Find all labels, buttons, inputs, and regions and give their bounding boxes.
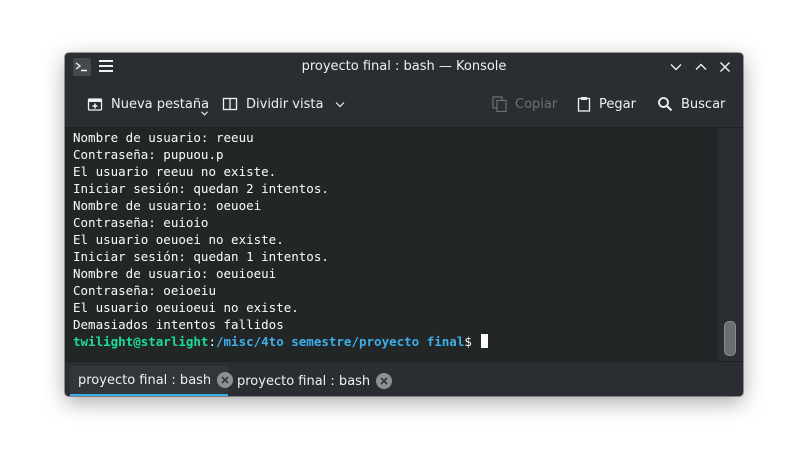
copy-icon (492, 96, 507, 112)
tab-label: proyecto final : bash (237, 373, 371, 389)
toolbar: Nueva pestaña Dividir vista Copiar Pegar… (65, 81, 743, 128)
terminal-line: Contraseña: oeioeiu (73, 283, 216, 298)
paste-label: Pegar (599, 96, 636, 112)
terminal-line: Nombre de usuario: oeuoei (73, 198, 262, 213)
tab-label: proyecto final : bash (78, 372, 212, 388)
minimize-chevron-down-icon[interactable] (669, 60, 683, 74)
terminal-line: Demasiados intentos fallidos (73, 317, 284, 332)
prompt-line[interactable]: twilight@starlight:/misc/4to semestre/pr… (73, 333, 489, 350)
paste-button[interactable]: Pegar (577, 94, 636, 114)
terminal-line: El usuario oeuioeui no existe. (73, 300, 299, 315)
new-tab-button[interactable]: Nueva pestaña (87, 94, 209, 114)
terminal-line: Contraseña: pupuou.p (73, 147, 224, 162)
clipboard-icon (577, 97, 591, 112)
prompt-user-host: twilight@starlight (73, 334, 209, 349)
new-tab-dropdown-icon[interactable] (201, 111, 208, 116)
new-tab-label: Nueva pestaña (111, 96, 210, 112)
search-icon (658, 97, 673, 112)
terminal-line: Nombre de usuario: oeuioeui (73, 266, 277, 281)
close-window-icon[interactable] (718, 60, 732, 74)
terminal-view[interactable]: Nombre de usuario: reeuu Contraseña: pup… (65, 128, 718, 361)
scrollbar-thumb[interactable] (724, 321, 736, 356)
terminal-line: Iniciar sesión: quedan 1 intentos. (73, 249, 329, 264)
new-tab-icon (87, 98, 103, 111)
maximize-chevron-up-icon[interactable] (694, 60, 708, 74)
tab-bar: proyecto final : bash proyecto final : b… (65, 361, 743, 396)
konsole-window: proyecto final : bash — Konsole Nueva pe… (65, 53, 743, 396)
terminal-line: Iniciar sesión: quedan 2 intentos. (73, 181, 329, 196)
split-view-icon (222, 97, 238, 111)
terminal-line: Contraseña: euioio (73, 215, 209, 230)
window-title: proyecto final : bash — Konsole (301, 59, 507, 74)
search-label: Buscar (681, 96, 726, 112)
prompt-path: /misc/4to semestre/proyecto final (216, 334, 465, 349)
copy-button[interactable]: Copiar (492, 94, 557, 114)
prompt-symbol: $ (464, 334, 480, 349)
terminal-line: Nombre de usuario: reeuu (73, 130, 254, 145)
title-bar[interactable]: proyecto final : bash — Konsole (65, 53, 743, 81)
search-button[interactable]: Buscar (657, 94, 725, 114)
copy-label: Copiar (515, 96, 558, 112)
chevron-down-icon (335, 101, 345, 107)
split-view-label: Dividir vista (246, 96, 324, 112)
terminal-line: El usuario oeuoei no existe. (73, 232, 284, 247)
tab-session-2[interactable]: proyecto final : bash (229, 366, 393, 396)
prompt-separator: : (208, 334, 216, 349)
terminal-line: El usuario reeuu no existe. (73, 164, 277, 179)
close-tab-icon[interactable] (376, 373, 393, 389)
split-view-button[interactable]: Dividir vista (222, 94, 345, 114)
tab-session-1[interactable]: proyecto final : bash (70, 366, 234, 396)
terminal-output: Nombre de usuario: reeuu Contraseña: pup… (73, 129, 489, 350)
vertical-scrollbar[interactable] (718, 128, 743, 361)
text-cursor (481, 334, 489, 348)
